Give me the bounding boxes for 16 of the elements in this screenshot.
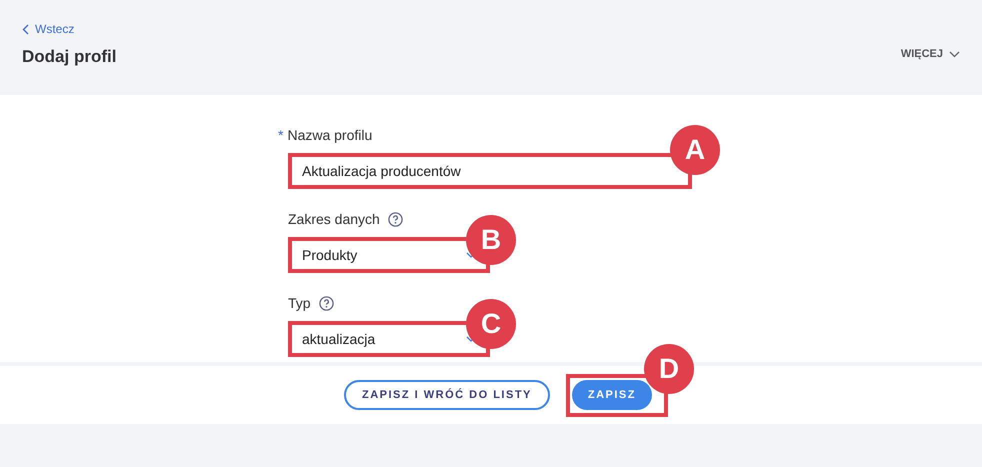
help-icon (318, 296, 334, 310)
more-menu-button[interactable]: WIĘCEJ (900, 46, 960, 62)
annotation-badge: A (670, 125, 720, 175)
field-label: Zakres danych (288, 210, 380, 229)
field-label: Typ (288, 294, 311, 313)
save-button[interactable]: ZAPISZ (572, 380, 652, 410)
save-and-return-button[interactable]: ZAPISZ I WRÓĆ DO LISTY (344, 380, 550, 410)
chevron-down-icon (949, 50, 960, 58)
field-label: Nazwa profilu (287, 126, 372, 145)
chevron-left-icon (22, 24, 29, 34)
annotation-badge: C (466, 299, 516, 349)
annotation-badge: B (466, 215, 516, 265)
page-title: Dodaj profil (22, 46, 116, 68)
back-link[interactable]: Wstecz (22, 20, 116, 38)
required-mark: * (278, 126, 284, 144)
help-icon (388, 212, 403, 226)
